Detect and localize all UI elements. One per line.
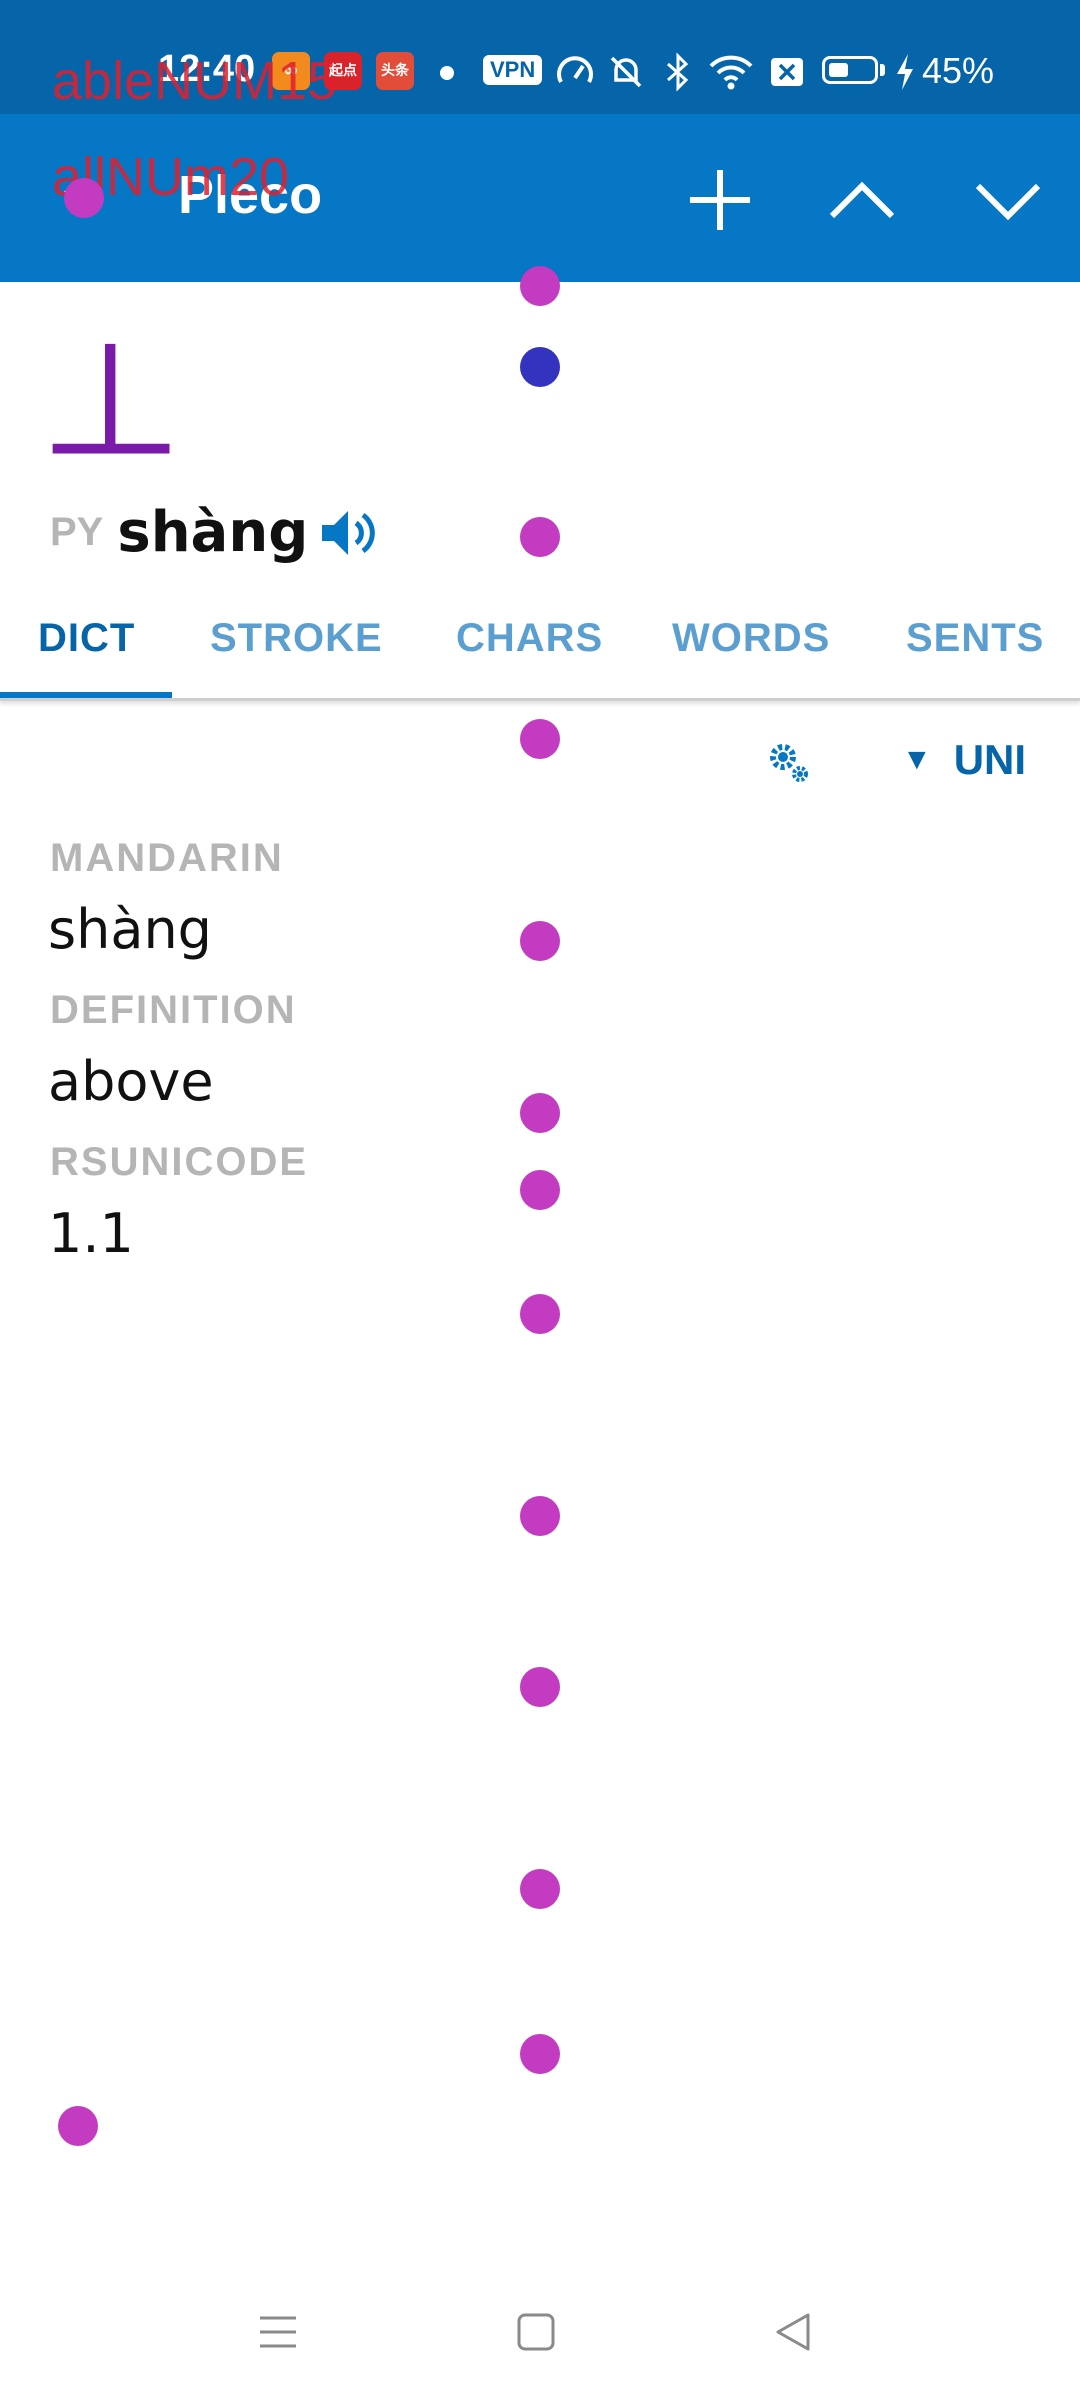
dropdown-triangle-icon: ▼ [902,743,932,776]
speed-gauge-icon [557,56,593,83]
home-button[interactable] [514,2310,558,2354]
battery-level-fill [829,63,848,77]
pinyin-value[interactable]: shàng [117,500,308,565]
battery-cap [880,64,885,76]
tab-stroke[interactable]: STROKE [210,616,383,661]
touch-marker-dot [64,178,104,218]
mute-bell-icon [610,56,642,88]
touch-marker-dot [520,347,560,387]
touch-marker-dot [520,1170,560,1210]
overlay-label-1: ableNUM15 [52,51,338,111]
py-label: PY [50,510,104,554]
previous-entry-button[interactable] [822,160,902,240]
field-value-rsunicode: 1.1 [48,1202,134,1265]
touch-marker-dot [520,517,560,557]
touch-marker-dot [520,2034,560,2074]
tab-bar: DICT STROKE CHARS WORDS SENTS [0,590,1080,701]
reader-app-icon: 头条 [376,52,414,90]
next-entry-button[interactable] [968,160,1048,240]
no-sim-icon [771,58,803,86]
settings-gears-icon[interactable] [766,740,812,786]
back-button[interactable] [772,2310,816,2354]
pinyin-row: PY shàng [50,500,378,565]
touch-marker-dot [520,1869,560,1909]
vpn-icon: VPN [483,55,543,85]
field-label-rsunicode: RSUNICODE [50,1140,309,1184]
add-button[interactable] [680,160,760,240]
tab-words[interactable]: WORDS [672,616,830,661]
notification-dot-icon [440,66,454,80]
field-label-definition: DEFINITION [50,988,297,1032]
touch-marker-dot [520,1496,560,1536]
touch-marker-dot [520,1294,560,1334]
tab-dict[interactable]: DICT [38,616,135,661]
touch-marker-dot [520,921,560,961]
touch-marker-dot [520,1093,560,1133]
touch-marker-dot [520,1667,560,1707]
active-tab-indicator [0,692,172,698]
tab-sents[interactable]: SENTS [906,616,1044,661]
dictionary-source-selector[interactable]: ▼ UNI [902,736,1026,784]
speaker-icon[interactable] [318,505,378,561]
battery-icon [822,56,878,84]
recent-apps-button[interactable] [256,2310,300,2354]
charging-icon [897,54,913,90]
touch-marker-dot [520,719,560,759]
field-value-definition: above [48,1050,214,1113]
field-value-mandarin: shàng [48,898,212,961]
field-label-mandarin: MANDARIN [50,836,284,880]
dictionary-source-label: UNI [953,736,1027,783]
touch-marker-dot [58,2106,98,2146]
touch-marker-dot [520,266,560,306]
battery-percent: 45% [922,50,995,91]
headword: 丄 [46,329,177,481]
tab-chars[interactable]: CHARS [456,616,603,661]
bluetooth-icon [667,52,689,92]
wifi-icon [709,55,753,90]
